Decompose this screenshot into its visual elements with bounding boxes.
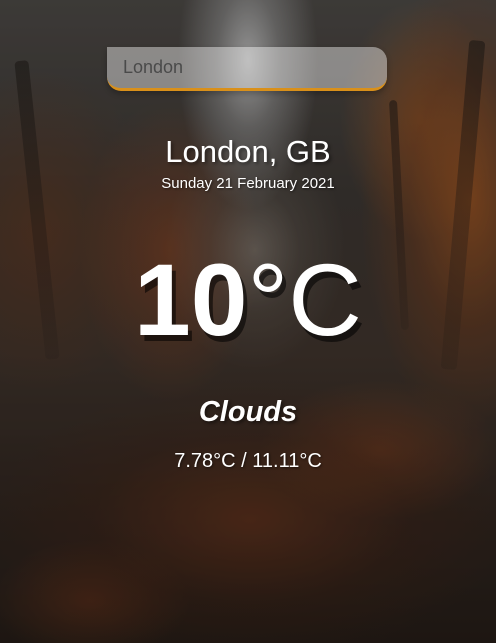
- temperature-display: 10°C: [0, 246, 496, 354]
- weather-app: London, GB Sunday 21 February 2021 10°C …: [0, 0, 496, 643]
- temperature-unit: °C: [247, 243, 362, 357]
- date-label: Sunday 21 February 2021: [161, 175, 335, 192]
- min-max-temperature: 7.78°C / 11.11°C: [174, 450, 322, 472]
- temperature-value: 10: [134, 243, 248, 357]
- location-label: London, GB: [165, 134, 331, 169]
- main-content: London, GB Sunday 21 February 2021 10°C …: [0, 0, 496, 643]
- weather-description: Clouds: [198, 396, 298, 428]
- search-input[interactable]: [107, 47, 387, 91]
